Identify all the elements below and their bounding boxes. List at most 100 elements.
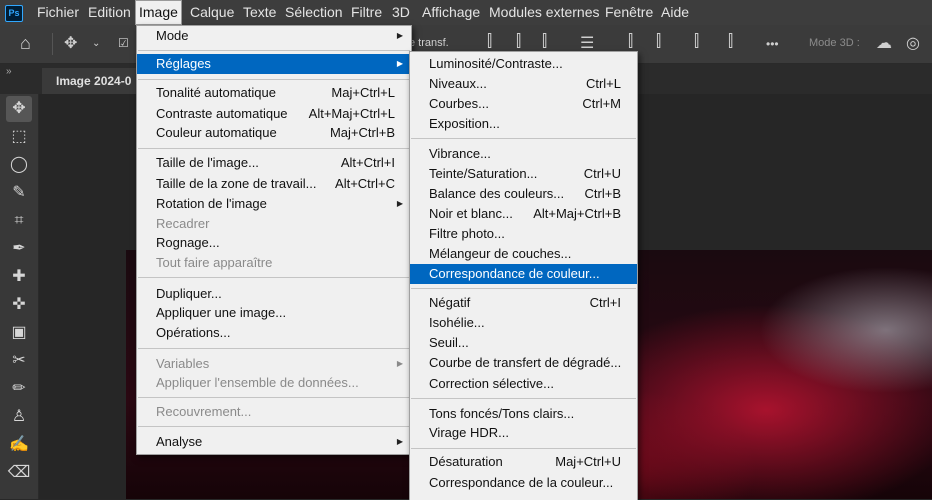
menu-item-isohelie[interactable]: Isohélie... xyxy=(410,313,637,333)
menu-item-recouvrement: Recouvrement... xyxy=(156,404,252,419)
menu-item-taille-image[interactable]: Taille de l'image... Alt+Ctrl+I xyxy=(137,153,411,173)
menu-3d[interactable]: 3D xyxy=(389,0,413,25)
menu-item-seuil[interactable]: Seuil... xyxy=(410,333,637,353)
checkbox-icon[interactable]: ☑ xyxy=(118,36,129,50)
menu-item-rotation[interactable]: Rotation de l'image ▶ xyxy=(137,194,411,214)
menu-item-reglages[interactable]: Réglages ▶ xyxy=(137,54,411,74)
image-menu: Mode ▶ Réglages ▶ Tonalité automatique Maj+… xyxy=(136,25,412,455)
menu-item-variables: Variables ▶ xyxy=(137,354,411,374)
align-center-icon[interactable]: ⫿ xyxy=(516,33,521,51)
submenu-arrow-icon: ▶ xyxy=(396,31,403,40)
align-left-icon[interactable]: ⫿ xyxy=(487,33,492,51)
menu-item-tout-faire-apparaitre: Tout faire apparaître xyxy=(156,255,273,270)
menu-item-analyse[interactable]: Analyse ▶ xyxy=(137,432,411,452)
rotate-3d-icon[interactable]: ◎ xyxy=(906,33,920,53)
menu-separator xyxy=(411,138,636,139)
distribute-top-icon[interactable]: ⫿ xyxy=(628,33,633,51)
menu-item-contraste-auto[interactable]: Contraste automatique Alt+Maj+Ctrl+L xyxy=(137,104,411,124)
menu-separator xyxy=(138,50,410,51)
menu-item-tons-fonces-clairs[interactable]: Tons foncés/Tons clairs... xyxy=(410,404,637,424)
scissors-icon[interactable]: ✂ xyxy=(6,348,32,374)
menu-item-correspondance-la-couleur[interactable]: Correspondance de la couleur... xyxy=(410,473,637,493)
menu-separator xyxy=(138,148,410,149)
menu-item-appliquer-image[interactable]: Appliquer une image... xyxy=(137,303,411,323)
menu-item-operations[interactable]: Opérations... xyxy=(137,323,411,343)
clone-stamp-icon[interactable]: ♙ xyxy=(6,404,32,430)
menu-fenetre[interactable]: Fenêtre xyxy=(602,0,656,25)
menu-separator xyxy=(411,448,636,449)
menu-item-negatif[interactable]: Négatif Ctrl+I xyxy=(410,293,637,313)
distribute-icon[interactable]: ☰ xyxy=(580,33,594,53)
menu-calque[interactable]: Calque xyxy=(187,0,237,25)
lasso-tool-icon[interactable]: ◯ xyxy=(6,152,32,178)
submenu-arrow-icon: ▶ xyxy=(396,437,403,446)
bandage-icon[interactable]: ✜ xyxy=(6,292,32,318)
healing-brush-icon[interactable]: ✚ xyxy=(6,264,32,290)
menu-item-filtre-photo[interactable]: Filtre photo... xyxy=(410,224,637,244)
menu-item-correspondance-couleur[interactable]: Correspondance de couleur... xyxy=(410,264,637,284)
menu-item-mode[interactable]: Mode ▶ xyxy=(137,26,411,46)
menu-texte[interactable]: Texte xyxy=(240,0,279,25)
menu-item-couleur-auto[interactable]: Couleur automatique Maj+Ctrl+B xyxy=(137,123,411,143)
menu-item-tonalite-auto[interactable]: Tonalité automatique Maj+Ctrl+L xyxy=(137,83,411,103)
menu-item-courbes[interactable]: Courbes... Ctrl+M xyxy=(410,94,637,114)
brush-tool-icon[interactable]: ✏ xyxy=(6,376,32,402)
menu-item-dupliquer[interactable]: Dupliquer... xyxy=(137,284,411,304)
menu-item-exposition[interactable]: Exposition... xyxy=(410,114,637,134)
menu-filtre[interactable]: Filtre xyxy=(348,0,385,25)
crop-tool-icon[interactable]: ⌗ xyxy=(6,208,32,234)
distribute-middle-icon[interactable]: ⫿ xyxy=(656,33,661,51)
menu-bar: Ps Fichier Edition Image Calque Texte Sé… xyxy=(0,0,932,25)
show-transform-label: e transf. xyxy=(409,37,449,49)
photoshop-logo: Ps xyxy=(5,5,23,22)
menu-item-desaturation[interactable]: Désaturation Maj+Ctrl+U xyxy=(410,452,637,472)
more-options-icon[interactable]: ••• xyxy=(766,37,779,51)
menu-affichage[interactable]: Affichage xyxy=(419,0,483,25)
menu-edition[interactable]: Edition xyxy=(85,0,134,25)
chevron-down-icon[interactable]: ⌄ xyxy=(92,38,100,49)
menu-item-noir-blanc[interactable]: Noir et blanc... Alt+Maj+Ctrl+B xyxy=(410,204,637,224)
menu-separator xyxy=(138,277,410,278)
marquee-tool-icon[interactable]: ⬚ xyxy=(6,124,32,150)
menu-item-vibrance[interactable]: Vibrance... xyxy=(410,144,637,164)
menu-item-correction-selective[interactable]: Correction sélective... xyxy=(410,374,637,394)
submenu-arrow-icon: ▶ xyxy=(396,359,403,368)
menu-item-luminosite-contraste[interactable]: Luminosité/Contraste... xyxy=(410,54,637,74)
move-tool-icon[interactable]: ✥ xyxy=(64,33,77,53)
menu-item-teinte-saturation[interactable]: Teinte/Saturation... Ctrl+U xyxy=(410,164,637,184)
distribute-h-icon[interactable]: ⫿ xyxy=(728,33,733,51)
reglages-submenu: Luminosité/Contraste... Niveaux... Ctrl+L… xyxy=(409,51,638,500)
menu-modules-externes[interactable]: Modules externes xyxy=(486,0,603,25)
move-tool-icon[interactable]: ✥ xyxy=(6,96,32,122)
menu-separator xyxy=(411,398,636,399)
menu-selection[interactable]: Sélection xyxy=(282,0,346,25)
align-right-icon[interactable]: ⫿ xyxy=(542,33,547,51)
menu-item-appliquer-ensemble: Appliquer l'ensemble de données... xyxy=(156,375,359,390)
stamp-chip-icon[interactable]: ▣ xyxy=(6,320,32,346)
menu-separator xyxy=(138,426,410,427)
home-icon[interactable]: ⌂ xyxy=(20,33,31,54)
orbit-3d-icon[interactable]: ☁ xyxy=(876,33,892,53)
menu-item-courbe-transfert[interactable]: Courbe de transfert de dégradé... xyxy=(410,353,637,373)
menu-item-melangeur-couches[interactable]: Mélangeur de couches... xyxy=(410,244,637,264)
menu-item-rognage[interactable]: Rognage... xyxy=(137,233,411,253)
document-tab[interactable]: Image 2024-0 xyxy=(42,68,142,94)
tools-panel: ✥ ⬚ ◯ ✎ ⌗ ✒ ✚ ✜ ▣ ✂ ✏ ♙ ✍ ⌫ xyxy=(0,94,39,499)
menu-separator xyxy=(138,348,410,349)
quick-selection-icon[interactable]: ✎ xyxy=(6,180,32,206)
menu-aide[interactable]: Aide xyxy=(658,0,692,25)
menu-separator xyxy=(138,397,410,398)
distribute-bottom-icon[interactable]: ⫿ xyxy=(694,33,699,51)
menu-item-niveaux[interactable]: Niveaux... Ctrl+L xyxy=(410,74,637,94)
menu-item-recadrer: Recadrer xyxy=(156,216,210,231)
menu-item-taille-zone[interactable]: Taille de la zone de travail... Alt+Ctrl+… xyxy=(137,174,411,194)
menu-separator xyxy=(411,288,636,289)
menu-fichier[interactable]: Fichier xyxy=(34,0,82,25)
panel-toggle-icon[interactable]: » xyxy=(6,66,12,77)
menu-item-balance-couleurs[interactable]: Balance des couleurs... Ctrl+B xyxy=(410,184,637,204)
menu-item-virage-hdr[interactable]: Virage HDR... xyxy=(410,423,637,443)
menu-image[interactable]: Image xyxy=(135,0,182,25)
eyedropper-icon[interactable]: ✒ xyxy=(6,236,32,262)
eraser-icon[interactable]: ⌫ xyxy=(6,460,32,486)
history-brush-icon[interactable]: ✍ xyxy=(6,432,32,458)
